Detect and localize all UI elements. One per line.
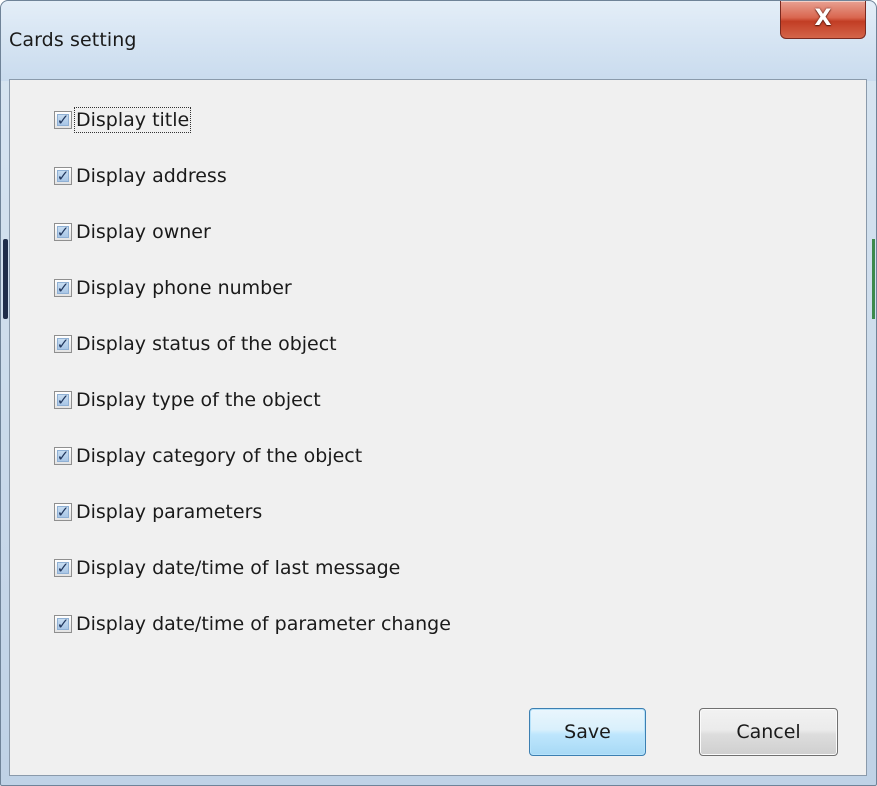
option-display-parameters[interactable]: ✓ Display parameters bbox=[54, 497, 262, 527]
display-last-message-time-label[interactable]: Display date/time of last message bbox=[76, 557, 400, 579]
display-status-checkbox[interactable]: ✓ bbox=[54, 335, 72, 353]
option-display-phone-number[interactable]: ✓ Display phone number bbox=[54, 273, 292, 303]
option-display-parameter-change-time[interactable]: ✓ Display date/time of parameter change bbox=[54, 609, 451, 639]
display-phone-number-label[interactable]: Display phone number bbox=[76, 277, 292, 299]
dialog-window: Cards setting X ✓ Display title ✓ Displa… bbox=[0, 0, 877, 786]
option-display-last-message-time[interactable]: ✓ Display date/time of last message bbox=[54, 553, 400, 583]
title-bar[interactable]: Cards setting X bbox=[1, 1, 876, 81]
checkmark-icon: ✓ bbox=[56, 279, 70, 297]
option-display-type[interactable]: ✓ Display type of the object bbox=[54, 385, 321, 415]
save-button[interactable]: Save bbox=[529, 708, 646, 756]
display-owner-label[interactable]: Display owner bbox=[76, 221, 211, 243]
close-icon: X bbox=[814, 6, 832, 31]
display-title-checkbox[interactable]: ✓ bbox=[54, 111, 72, 129]
display-title-label[interactable]: Display title bbox=[73, 107, 192, 133]
window-edge-shadow bbox=[3, 239, 8, 319]
window-title: Cards setting bbox=[9, 29, 137, 51]
option-display-status[interactable]: ✓ Display status of the object bbox=[54, 329, 337, 359]
display-owner-checkbox[interactable]: ✓ bbox=[54, 223, 72, 241]
display-address-checkbox[interactable]: ✓ bbox=[54, 167, 72, 185]
checkmark-icon: ✓ bbox=[56, 447, 70, 465]
option-display-title[interactable]: ✓ Display title bbox=[54, 105, 192, 135]
checkmark-icon: ✓ bbox=[56, 503, 70, 521]
display-phone-number-checkbox[interactable]: ✓ bbox=[54, 279, 72, 297]
option-display-address[interactable]: ✓ Display address bbox=[54, 161, 227, 191]
checkmark-icon: ✓ bbox=[56, 615, 70, 633]
option-display-category[interactable]: ✓ Display category of the object bbox=[54, 441, 362, 471]
window-edge-highlight bbox=[872, 239, 875, 319]
cancel-button[interactable]: Cancel bbox=[699, 708, 838, 756]
dialog-content: ✓ Display title ✓ Display address ✓ Disp… bbox=[9, 79, 867, 776]
display-category-checkbox[interactable]: ✓ bbox=[54, 447, 72, 465]
checkmark-icon: ✓ bbox=[56, 559, 70, 577]
display-type-checkbox[interactable]: ✓ bbox=[54, 391, 72, 409]
display-parameters-label[interactable]: Display parameters bbox=[76, 501, 262, 523]
display-category-label[interactable]: Display category of the object bbox=[76, 445, 362, 467]
checkmark-icon: ✓ bbox=[56, 335, 70, 353]
checkmark-icon: ✓ bbox=[56, 391, 70, 409]
display-type-label[interactable]: Display type of the object bbox=[76, 389, 321, 411]
display-parameters-checkbox[interactable]: ✓ bbox=[54, 503, 72, 521]
close-button[interactable]: X bbox=[780, 1, 866, 39]
option-display-owner[interactable]: ✓ Display owner bbox=[54, 217, 211, 247]
display-address-label[interactable]: Display address bbox=[76, 165, 227, 187]
display-status-label[interactable]: Display status of the object bbox=[76, 333, 337, 355]
display-parameter-change-time-label[interactable]: Display date/time of parameter change bbox=[76, 613, 451, 635]
display-parameter-change-time-checkbox[interactable]: ✓ bbox=[54, 615, 72, 633]
checkmark-icon: ✓ bbox=[56, 223, 70, 241]
checkmark-icon: ✓ bbox=[56, 167, 70, 185]
display-last-message-time-checkbox[interactable]: ✓ bbox=[54, 559, 72, 577]
checkmark-icon: ✓ bbox=[56, 111, 70, 129]
